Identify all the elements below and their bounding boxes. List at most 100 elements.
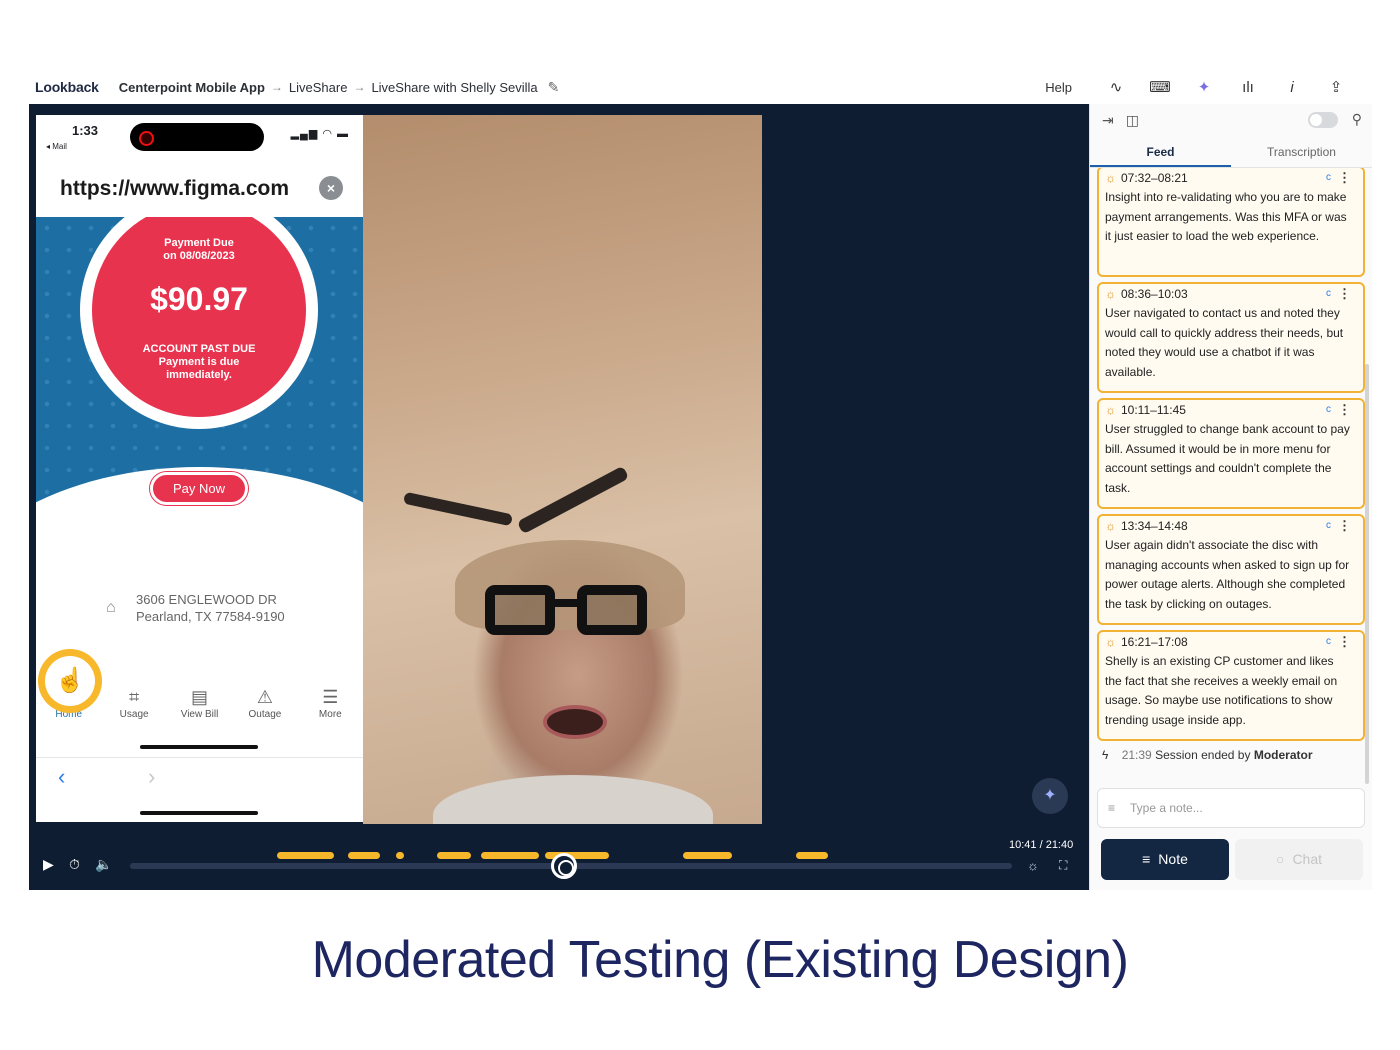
close-icon: × [319, 176, 343, 200]
slide-caption: Moderated Testing (Existing Design) [311, 931, 1129, 989]
chat-bubble-icon: ○ [1275, 851, 1285, 867]
tap-indicator: ☝ [38, 649, 102, 713]
tab-feed[interactable]: Feed [1090, 136, 1231, 167]
phone-status-bar: 1:33 ◂ Mail ▂▄▆ ◠ ▬ [36, 115, 363, 161]
feed-card[interactable]: ☼ 13:34–14:48 c ⋮ User again didn't associa… [1097, 514, 1365, 625]
breadcrumb-session: LiveShare with Shelly Sevilla [371, 79, 538, 95]
phone-time: 1:33 [72, 123, 99, 138]
payment-due-date: on 08/08/2023 [163, 250, 235, 262]
card-text: User navigated to contact us and noted t… [1105, 306, 1344, 379]
timeline-playhead[interactable] [551, 853, 577, 879]
highlight-marker[interactable] [481, 852, 539, 859]
card-tag[interactable]: c [1326, 172, 1331, 183]
tab-transcription[interactable]: Transcription [1231, 136, 1372, 167]
more-vert-icon[interactable]: ⋮ [1338, 518, 1351, 534]
highlight-marker[interactable] [396, 852, 404, 859]
sun-icon: ☼ [1105, 519, 1116, 533]
speed-timer-icon[interactable]: ⏱ [69, 856, 80, 873]
card-tag[interactable]: c [1326, 404, 1331, 415]
address-line2: Pearland, TX 77584-9190 [136, 609, 285, 624]
session-end-who: Moderator [1253, 748, 1313, 762]
feed-card[interactable]: ☼ 08:36–10:03 c ⋮ User navigated to contact… [1097, 282, 1365, 393]
card-text: User struggled to change bank account to… [1105, 422, 1350, 495]
card-time: 08:36–10:03 [1121, 287, 1188, 301]
ceiling-fan [516, 465, 630, 535]
card-time: 13:34–14:48 [1121, 519, 1188, 533]
breadcrumb: Centerpoint Mobile App → LiveShare → Liv… [119, 79, 560, 96]
split-view-icon[interactable]: ◫ [1126, 112, 1139, 129]
panel-tabs: Feed Transcription [1090, 136, 1372, 168]
fullscreen-icon[interactable]: ⛶ [1059, 858, 1067, 873]
ai-assistant-button[interactable]: ✦ [1032, 778, 1068, 814]
card-time: 16:21–17:08 [1121, 635, 1188, 649]
note-button[interactable]: ≡ Note [1101, 839, 1229, 880]
bill-icon: ▤ [191, 687, 209, 707]
phone-home-indicator-2 [140, 811, 258, 815]
past-due-line1: Payment is due [158, 356, 240, 368]
chat-button[interactable]: ○ Chat [1235, 839, 1363, 880]
edit-pencil-icon[interactable]: ✎ [548, 79, 560, 96]
participant-shirt [433, 775, 713, 824]
payment-due-label: Payment Due [164, 237, 234, 249]
highlight-marker[interactable] [437, 852, 471, 859]
keyboard-icon[interactable]: ⌨ [1138, 78, 1182, 96]
note-lines-icon: ≡ [1108, 801, 1116, 815]
tab-view-bill: ▤ View Bill [167, 683, 232, 727]
card-time: 07:32–08:21 [1121, 171, 1188, 185]
address-line1: 3606 ENGLEWOOD DR [136, 592, 277, 607]
breadcrumb-section[interactable]: LiveShare [289, 80, 348, 95]
more-vert-icon[interactable]: ⋮ [1338, 634, 1351, 650]
sun-icon: ☼ [1105, 171, 1116, 185]
theme-toggle[interactable] [1308, 112, 1338, 128]
highlight-marker[interactable] [683, 852, 732, 859]
info-icon[interactable]: i [1270, 79, 1314, 96]
breadcrumb-project[interactable]: Centerpoint Mobile App [119, 80, 265, 95]
past-due-line2: immediately. [166, 369, 232, 381]
hand-icon: ☝ [45, 656, 95, 706]
browser-nav: ‹ › [36, 757, 363, 797]
sparkle-icon[interactable]: ✦ [1182, 78, 1226, 96]
collapse-panel-icon[interactable]: ⇥ [1102, 112, 1114, 129]
phone-back-app: ◂ Mail [46, 142, 67, 151]
feed-scrollbar[interactable] [1365, 364, 1369, 784]
highlight-marker[interactable] [348, 852, 380, 859]
service-address: 3606 ENGLEWOOD DR Pearland, TX 77584-919… [136, 591, 285, 625]
brightness-icon[interactable]: ☼ [1027, 858, 1039, 873]
toolbar-right: Help ∿ ⌨ ✦ ılı i ⇪ [1045, 78, 1358, 97]
tab-outage: ⚠ Outage [232, 683, 297, 727]
feed-card[interactable]: ☼ 07:32–08:21 c ⋮ Insight into re-validatin… [1097, 168, 1365, 277]
more-vert-icon[interactable]: ⋮ [1338, 170, 1351, 186]
filter-icon[interactable]: ⚲ [1352, 111, 1362, 128]
house-icon: ⌂ [106, 599, 116, 616]
activity-icon[interactable]: ∿ [1094, 78, 1138, 96]
pay-now-button: Pay Now [150, 472, 248, 505]
more-vert-icon[interactable]: ⋮ [1338, 402, 1351, 418]
card-tag[interactable]: c [1326, 520, 1331, 531]
payment-amount: $90.97 [150, 281, 248, 317]
participant-mouth [543, 705, 607, 739]
back-chevron-icon: ‹ [58, 764, 66, 789]
feed-list: ☼ 07:32–08:21 c ⋮ Insight into re-validatin… [1090, 168, 1373, 776]
highlight-marker[interactable] [277, 852, 334, 859]
past-due-title: ACCOUNT PAST DUE [142, 343, 256, 355]
tab-more: ☰ More [298, 683, 363, 727]
sun-icon: ☼ [1105, 403, 1116, 417]
app-logo[interactable]: Lookback [35, 79, 99, 95]
help-link[interactable]: Help [1045, 80, 1072, 95]
signal-wifi-battery-icon: ▂▄▆ ◠ ▬ [290, 128, 349, 140]
card-text: Insight into re-validating who you are t… [1105, 190, 1347, 243]
warning-icon: ⚠ [256, 687, 273, 707]
feed-card[interactable]: ☼ 10:11–11:45 c ⋮ User struggled to change … [1097, 398, 1365, 509]
highlight-marker[interactable] [796, 852, 828, 859]
note-input[interactable]: ≡ Type a note... [1097, 788, 1365, 828]
card-tag[interactable]: c [1326, 288, 1331, 299]
feed-card[interactable]: ☼ 16:21–17:08 c ⋮ Shelly is an existing CP … [1097, 630, 1365, 741]
volume-icon[interactable]: 🔈 [95, 856, 112, 873]
top-bar: Lookback Centerpoint Mobile App → LiveSh… [29, 70, 1372, 104]
waveform-icon[interactable]: ılı [1226, 79, 1270, 96]
more-vert-icon[interactable]: ⋮ [1338, 286, 1351, 302]
participant-glasses [485, 585, 655, 635]
share-icon[interactable]: ⇪ [1314, 78, 1358, 96]
play-icon[interactable]: ▶ [43, 856, 54, 873]
card-tag[interactable]: c [1326, 636, 1331, 647]
